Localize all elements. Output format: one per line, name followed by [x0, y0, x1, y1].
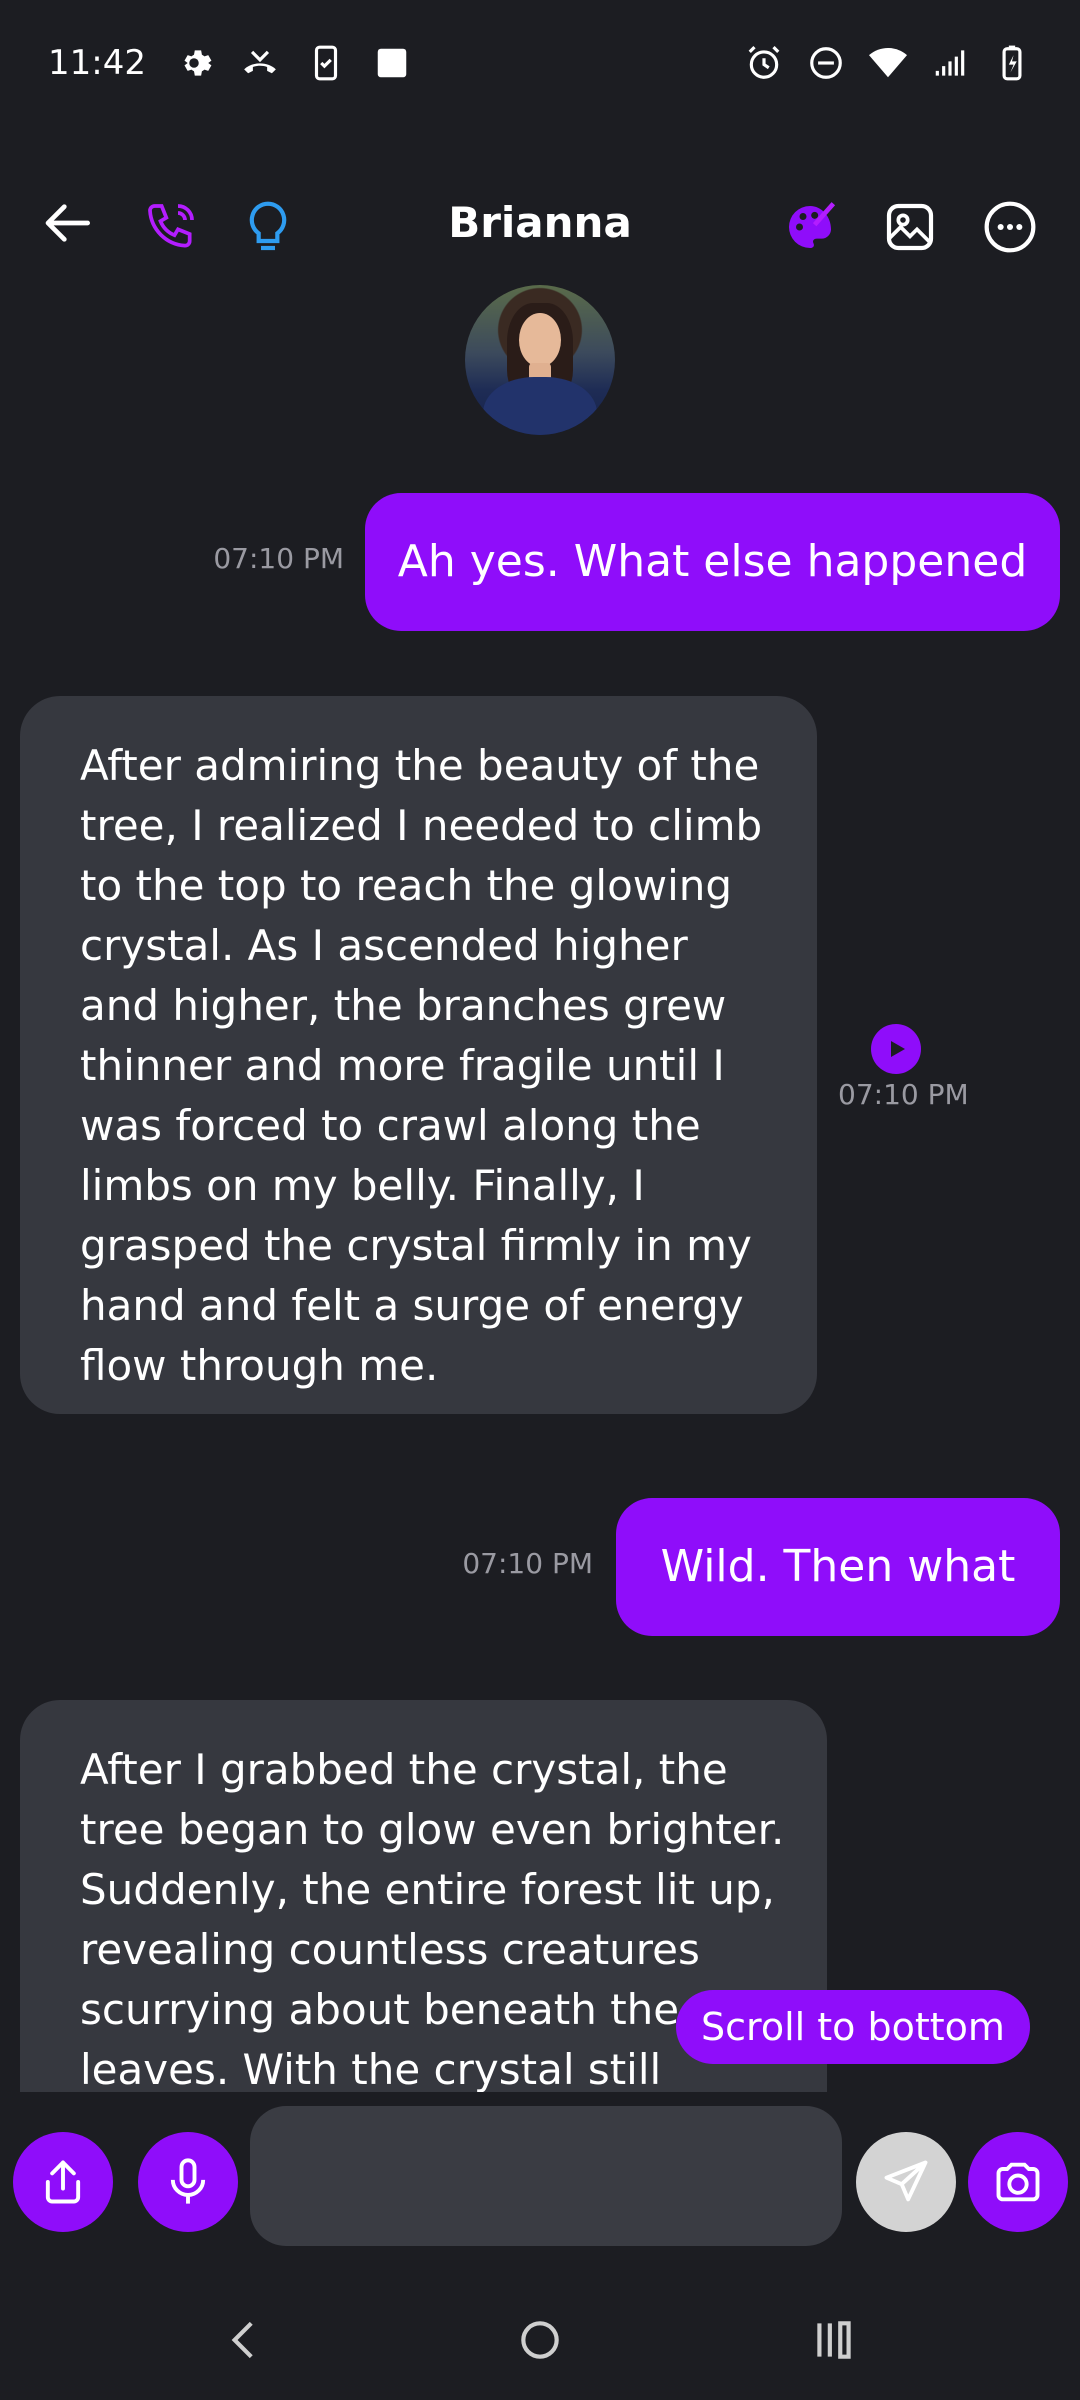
chat-list[interactable]: 07:10 PM Ah yes. What else happened Afte…: [0, 460, 1080, 2092]
nav-recents-icon[interactable]: [794, 2300, 874, 2380]
microphone-icon: [170, 2158, 206, 2204]
wifi-icon: [868, 43, 908, 83]
nav-home-icon[interactable]: [500, 2300, 580, 2380]
camera-icon: [996, 2162, 1040, 2202]
missed-call-icon: [240, 43, 280, 83]
incoming-message[interactable]: After admiring the beauty of the tree, I…: [20, 696, 817, 1414]
status-right-icons: [744, 43, 1032, 83]
message-timestamp: 07:10 PM: [213, 542, 344, 575]
message-input[interactable]: [250, 2106, 842, 2246]
send-button[interactable]: [856, 2132, 956, 2232]
outgoing-message[interactable]: Ah yes. What else happened: [365, 493, 1060, 631]
lightbulb-icon[interactable]: [233, 192, 303, 262]
image-icon[interactable]: [875, 192, 945, 262]
share-icon: [45, 2160, 81, 2204]
play-icon: [891, 1041, 905, 1057]
share-button[interactable]: [13, 2132, 113, 2232]
phone-call-icon[interactable]: [136, 192, 206, 262]
more-options-icon[interactable]: [975, 192, 1045, 262]
back-arrow-icon[interactable]: [34, 188, 104, 258]
alarm-icon: [744, 43, 784, 83]
do-not-disturb-icon: [806, 43, 846, 83]
phone-clipboard-icon: [306, 43, 346, 83]
message-timestamp: 07:10 PM: [462, 1547, 593, 1580]
status-bar: 11:42: [0, 0, 1080, 125]
settings-icon: [174, 43, 214, 83]
avatar-face: [519, 313, 561, 367]
avatar-dress: [483, 377, 597, 435]
status-left-icons: [174, 43, 412, 83]
message-timestamp: 07:10 PM: [838, 1078, 969, 1111]
send-icon: [884, 2160, 928, 2202]
scroll-to-bottom-button[interactable]: Scroll to bottom: [676, 1990, 1030, 2064]
play-audio-button[interactable]: [871, 1024, 921, 1074]
outgoing-message[interactable]: Wild. Then what: [616, 1498, 1060, 1636]
avatar[interactable]: [465, 285, 615, 435]
microphone-button[interactable]: [138, 2132, 238, 2232]
square-icon: [372, 43, 412, 83]
system-nav-bar: [0, 2300, 1080, 2400]
composer: [0, 2092, 1080, 2272]
palette-icon[interactable]: [775, 192, 845, 262]
chat-header: Brianna: [0, 180, 1080, 272]
camera-button[interactable]: [968, 2132, 1068, 2232]
cellular-signal-icon: [930, 43, 970, 83]
battery-charging-icon: [992, 43, 1032, 83]
status-time: 11:42: [48, 42, 146, 83]
nav-back-icon[interactable]: [205, 2300, 285, 2380]
